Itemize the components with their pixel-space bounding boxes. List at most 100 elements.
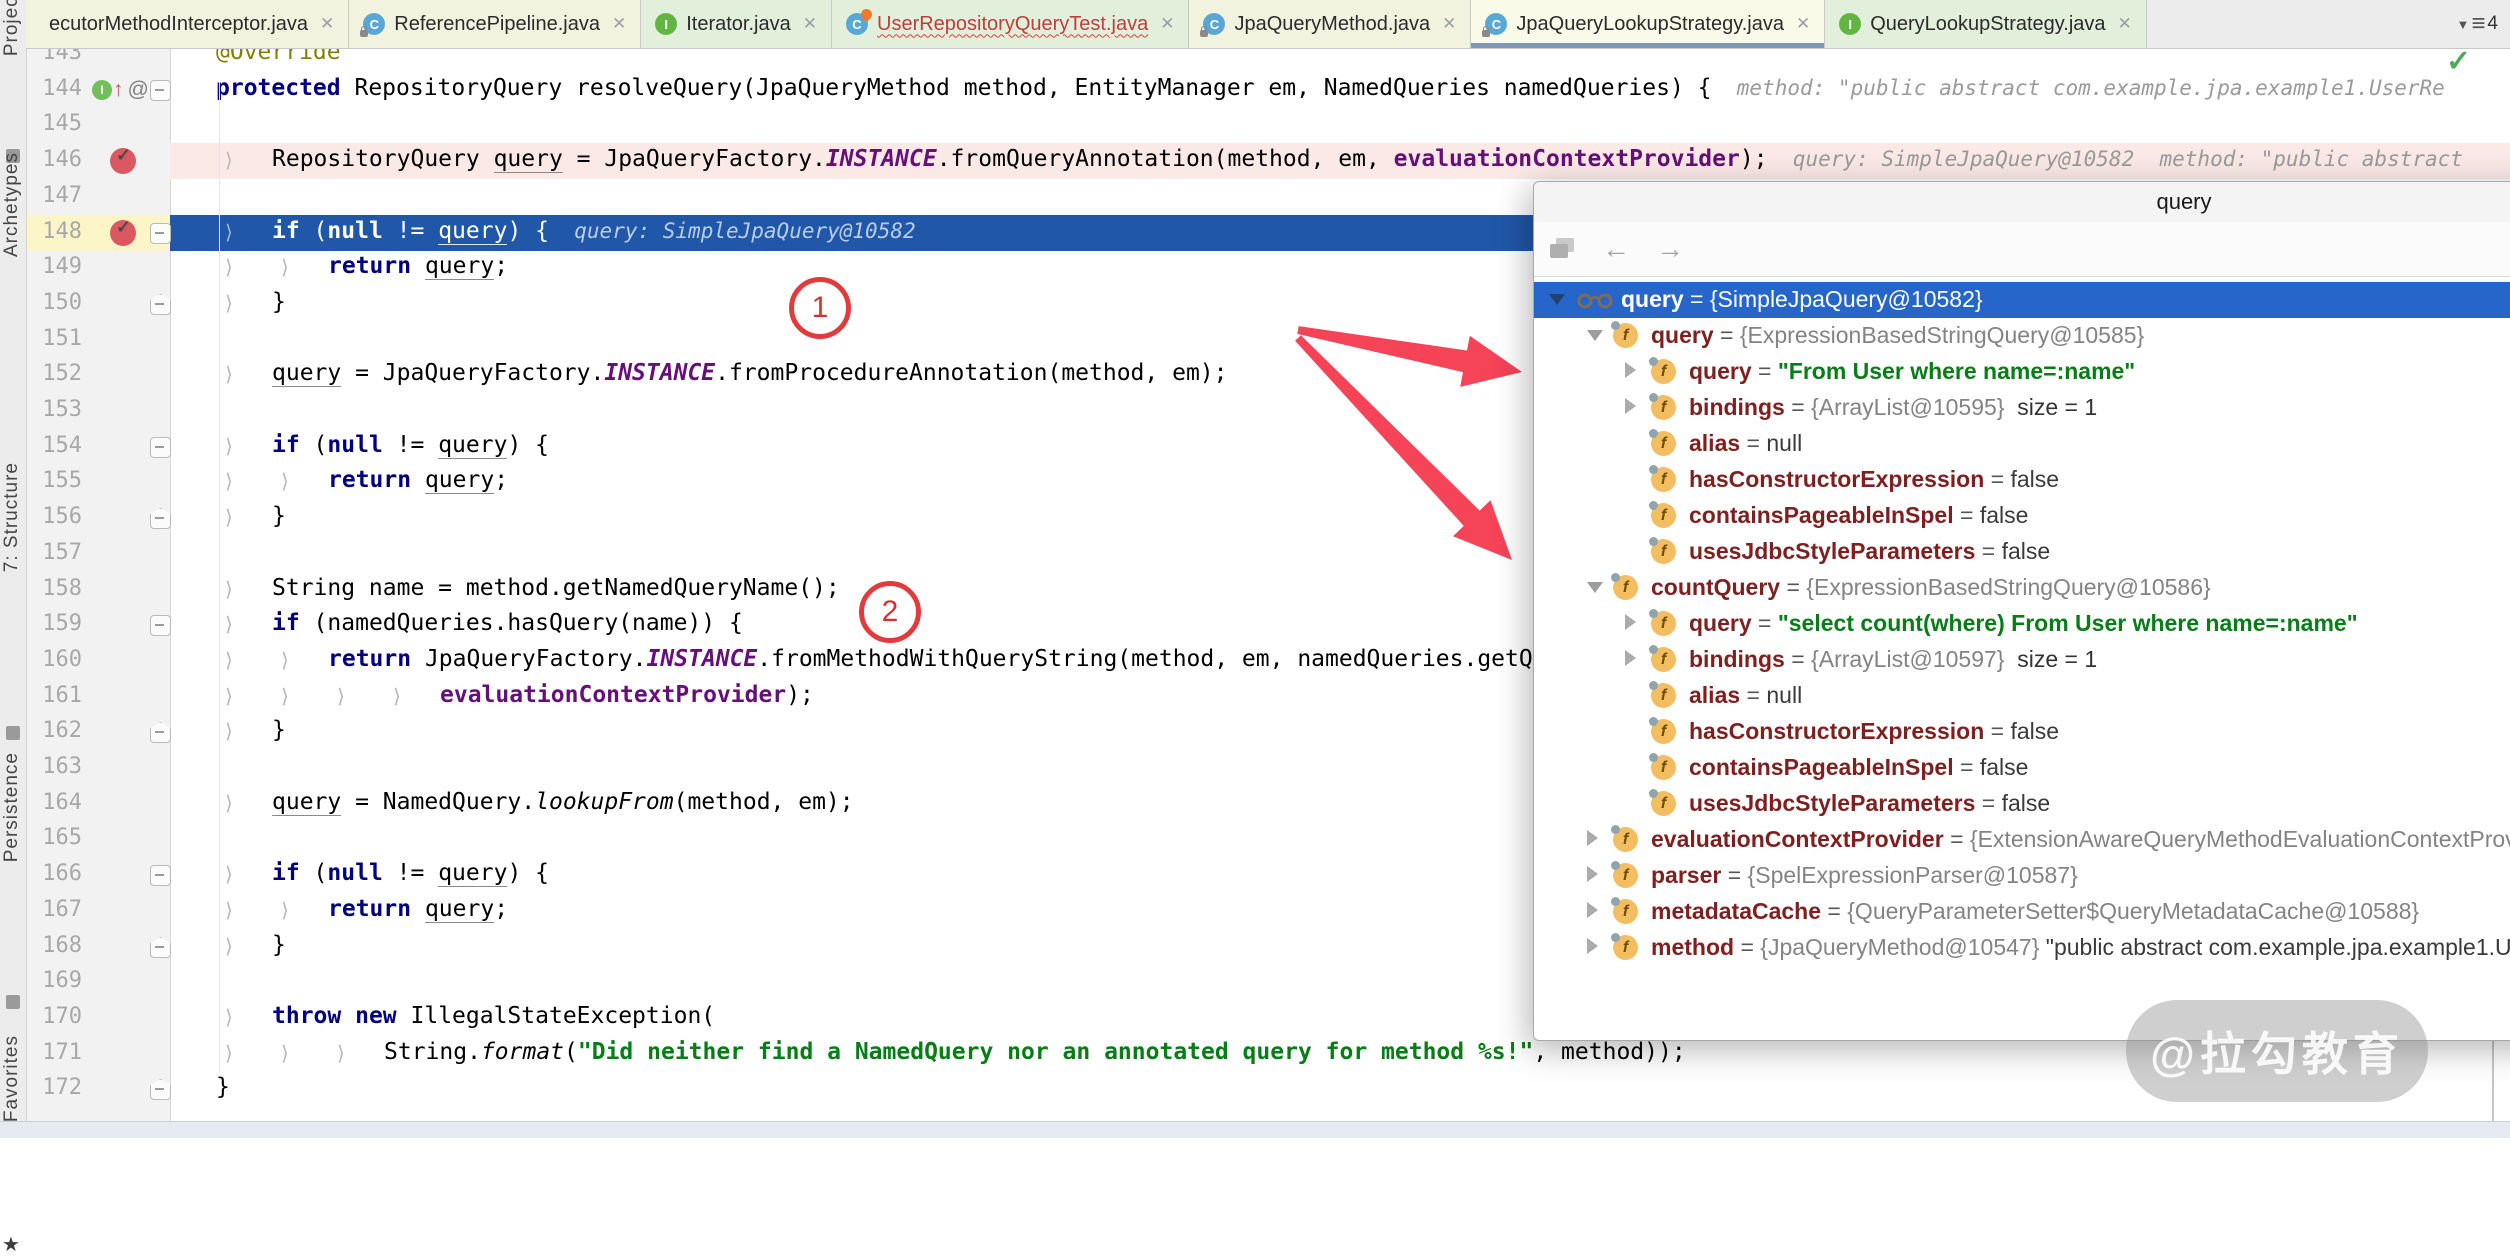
close-icon[interactable]: ✕ — [612, 14, 626, 34]
fold-end-marker[interactable] — [150, 508, 171, 529]
tree-collapsed-icon[interactable] — [1625, 650, 1636, 666]
variable-row-query[interactable]: fquery = "From User where name=:name" — [1534, 354, 2510, 390]
code-token: return — [328, 467, 411, 493]
code-line-144[interactable]: 144I↑@protected RepositoryQuery resolveQ… — [0, 72, 2510, 108]
tab-ecutormethodinterceptor-java[interactable]: ecutorMethodInterceptor.java✕ — [26, 0, 349, 48]
variable-row-query[interactable]: fquery = {ExpressionBasedStringQuery@105… — [1534, 318, 2510, 354]
close-icon[interactable]: ✕ — [2118, 14, 2132, 34]
hidden-tabs-dropdown[interactable]: ▼≡4 — [2445, 0, 2510, 48]
code-token: ); — [1740, 146, 1768, 172]
fold-start-marker[interactable] — [150, 223, 171, 244]
close-icon[interactable]: ✕ — [320, 14, 334, 34]
bottom-scroll-strip[interactable] — [0, 1121, 2510, 1138]
variable-row-method[interactable]: fmethod = {JpaQueryMethod@10547} "public… — [1534, 930, 2510, 966]
tab-userrepositoryquerytest-java[interactable]: CUserRepositoryQueryTest.java✕ — [832, 0, 1189, 48]
back-arrow-icon[interactable]: ← — [1602, 233, 1630, 265]
tab-querylookupstrategy-java[interactable]: IQueryLookupStrategy.java✕ — [1825, 0, 2147, 48]
sidebar-toolwindow-structure[interactable]: 7: Structure — [1, 462, 23, 572]
tab-whitespace-marker: ⟩ — [225, 1005, 233, 1029]
field-icon: f — [1651, 683, 1676, 708]
tab-whitespace-marker: ⟩ — [225, 862, 233, 886]
tree-collapsed-icon[interactable] — [1587, 866, 1598, 882]
code-line-145[interactable]: 145 — [0, 107, 2510, 143]
lock-icon — [360, 30, 368, 37]
tab-jpaquerylookupstrategy-java[interactable]: CJpaQueryLookupStrategy.java✕ — [1471, 0, 1825, 48]
tree-collapsed-icon[interactable] — [1625, 362, 1636, 378]
tree-expanded-icon[interactable] — [1587, 330, 1603, 341]
tab-whitespace-marker: ⟩ — [225, 362, 233, 386]
variable-row-containsPageableInSpel[interactable]: fcontainsPageableInSpel = false — [1534, 750, 2510, 786]
fold-start-marker[interactable] — [150, 865, 171, 886]
code-token: } — [272, 289, 286, 315]
tab-whitespace-marker: ⟩ — [225, 148, 233, 172]
code-line-146[interactable]: 146⟩RepositoryQuery query = JpaQueryFact… — [0, 143, 2510, 179]
variable-name: countQuery — [1651, 574, 1780, 600]
fold-end-marker[interactable] — [150, 722, 171, 743]
fold-start-marker[interactable] — [150, 615, 171, 636]
variable-row-containsPageableInSpel[interactable]: fcontainsPageableInSpel = false — [1534, 498, 2510, 534]
variable-row-usesJdbcStyleParameters[interactable]: fusesJdbcStyleParameters = false — [1534, 786, 2510, 822]
line-number: 159 — [26, 611, 82, 636]
close-icon[interactable]: ✕ — [1796, 14, 1810, 34]
variable-row-evaluationContextProvider[interactable]: fevaluationContextProvider = {ExtensionA… — [1534, 822, 2510, 858]
variable-row-parser[interactable]: fparser = {SpelExpressionParser@10587} — [1534, 858, 2510, 894]
line-number: 171 — [26, 1040, 82, 1065]
code-token: String name = method.getNamedQueryName()… — [272, 575, 840, 601]
code-token: new — [355, 1003, 397, 1029]
interface-icon: I — [1839, 13, 1861, 35]
sidebar-toolwindow-project[interactable]: Project — [1, 0, 23, 56]
fold-end-marker[interactable] — [150, 294, 171, 315]
variable-row-alias[interactable]: falias = null — [1534, 426, 2510, 462]
interface-icon: I — [655, 13, 677, 35]
sidebar-toolwindow-favorites[interactable]: Favorites — [1, 1035, 23, 1122]
variable-row-query[interactable]: query = {SimpleJpaQuery@10582} — [1534, 282, 2510, 318]
variable-row-countQuery[interactable]: fcountQuery = {ExpressionBasedStringQuer… — [1534, 570, 2510, 606]
variable-row-hasConstructorExpression[interactable]: fhasConstructorExpression = false — [1534, 714, 2510, 750]
variable-row-bindings[interactable]: fbindings = {ArrayList@10597} size = 1 — [1534, 642, 2510, 678]
tree-expanded-icon[interactable] — [1587, 582, 1603, 593]
tree-collapsed-icon[interactable] — [1587, 902, 1598, 918]
tab-whitespace-marker: ⟩ — [225, 291, 233, 315]
variable-name: parser — [1651, 862, 1721, 888]
editor-scrollbar-line[interactable] — [2492, 1039, 2494, 1122]
inspection-status-icon[interactable]: ✓ — [2446, 44, 2471, 79]
override-marker[interactable]: I↑@ — [92, 78, 149, 102]
sidebar-toolwindow-persistence[interactable]: Persistence — [1, 752, 23, 862]
tab-iterator-java[interactable]: IIterator.java✕ — [641, 0, 832, 48]
equals-sign: = — [1752, 358, 1778, 384]
fold-end-marker[interactable] — [150, 937, 171, 958]
tab-referencepipeline-java[interactable]: CReferencePipeline.java✕ — [349, 0, 641, 48]
code-token: ; — [494, 467, 508, 493]
gallery-icon[interactable] — [1550, 238, 1576, 260]
tree-expanded-icon[interactable] — [1549, 294, 1565, 305]
close-icon[interactable]: ✕ — [1160, 14, 1174, 34]
tree-collapsed-icon[interactable] — [1587, 938, 1598, 954]
fold-end-marker[interactable] — [150, 1079, 171, 1100]
tree-collapsed-icon[interactable] — [1625, 614, 1636, 630]
tab-whitespace-marker: ⟩ — [225, 612, 233, 636]
line-number: 162 — [26, 718, 82, 743]
variable-row-bindings[interactable]: fbindings = {ArrayList@10595} size = 1 — [1534, 390, 2510, 426]
code-text: } — [272, 717, 286, 743]
tab-jpaquerymethod-java[interactable]: CJpaQueryMethod.java✕ — [1189, 0, 1471, 48]
fold-start-marker[interactable] — [150, 437, 171, 458]
variable-text: alias = null — [1689, 682, 1802, 709]
breakpoint-icon[interactable] — [110, 148, 136, 174]
sidebar-toolwindow-archetypes[interactable]: Archetypes — [1, 152, 23, 257]
variable-row-hasConstructorExpression[interactable]: fhasConstructorExpression = false — [1534, 462, 2510, 498]
fold-start-marker[interactable] — [150, 80, 171, 101]
tab-whitespace-marker: ⟩ — [225, 255, 233, 279]
variable-row-metadataCache[interactable]: fmetadataCache = {QueryParameterSetter$Q… — [1534, 894, 2510, 930]
tree-collapsed-icon[interactable] — [1587, 830, 1598, 846]
code-token: query — [438, 432, 507, 459]
variable-row-alias[interactable]: f alias = null — [1534, 678, 2510, 714]
close-icon[interactable]: ✕ — [1442, 14, 1456, 34]
variable-row-usesJdbcStyleParameters[interactable]: fusesJdbcStyleParameters = false — [1534, 534, 2510, 570]
variable-row-query[interactable]: fquery = "select count(where) From User … — [1534, 606, 2510, 642]
breakpoint-icon[interactable] — [110, 220, 136, 246]
tree-collapsed-icon[interactable] — [1625, 398, 1636, 414]
variable-value: {ExpressionBasedStringQuery@10586} — [1806, 574, 2210, 600]
close-icon[interactable]: ✕ — [803, 14, 817, 34]
forward-arrow-icon[interactable]: → — [1656, 233, 1684, 265]
code-text: if (null != query) { query: SimpleJpaQue… — [272, 218, 916, 244]
